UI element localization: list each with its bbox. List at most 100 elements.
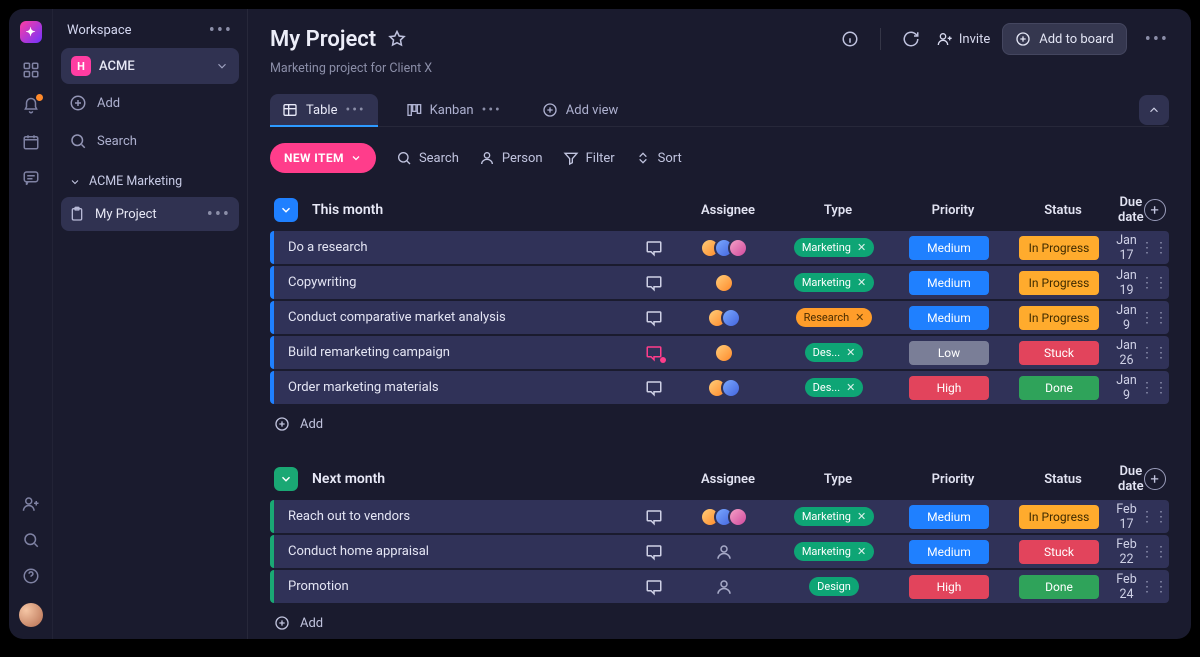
type-chip[interactable]: Des... ✕	[805, 343, 864, 362]
search-rail-icon[interactable]	[22, 531, 40, 549]
type-chip[interactable]: Design	[809, 577, 859, 596]
due-cell[interactable]: Feb 17	[1114, 500, 1139, 533]
table-row[interactable]: Do a research Marketing ✕ MediumIn Progres…	[270, 231, 1169, 264]
assignee-cell[interactable]	[674, 301, 774, 334]
group-collapse-button[interactable]	[274, 467, 298, 491]
comment-icon[interactable]	[634, 231, 674, 264]
table-row[interactable]: Conduct home appraisalMarketing ✕MediumS…	[270, 535, 1169, 568]
priority-cell[interactable]: Medium	[894, 266, 1004, 299]
priority-cell[interactable]: Medium	[894, 301, 1004, 334]
row-name[interactable]: Order marketing materials	[274, 371, 634, 404]
type-cell[interactable]: Research ✕	[774, 301, 894, 334]
type-cell[interactable]: Des... ✕	[774, 336, 894, 369]
table-row[interactable]: Conduct comparative market analysisResea…	[270, 301, 1169, 334]
status-cell[interactable]: Done	[1004, 371, 1114, 404]
table-row[interactable]: Build remarketing campaign Des... ✕ LowStu…	[270, 336, 1169, 369]
project-menu-icon[interactable]: •••	[207, 210, 231, 219]
drag-handle-icon[interactable]: ⋮⋮	[1139, 231, 1169, 264]
header-menu-icon[interactable]: •••	[1145, 35, 1169, 44]
priority-cell[interactable]: Medium	[894, 535, 1004, 568]
assignee-cell[interactable]	[674, 231, 774, 264]
row-name[interactable]: Promotion	[274, 570, 634, 603]
user-avatar[interactable]	[19, 603, 43, 627]
status-cell[interactable]: Stuck	[1004, 535, 1114, 568]
remove-icon[interactable]: ✕	[855, 311, 864, 324]
add-view[interactable]: Add view	[530, 94, 631, 126]
bell-icon[interactable]	[22, 97, 40, 115]
comment-icon[interactable]	[634, 500, 674, 533]
toolbar-filter[interactable]: Filter	[563, 150, 615, 166]
assignee-cell[interactable]	[674, 371, 774, 404]
table-row[interactable]: Order marketing materials Des... ✕ HighDon…	[270, 371, 1169, 404]
workspace-select[interactable]: H ACME	[61, 48, 239, 84]
row-name[interactable]: Do a research	[274, 231, 634, 264]
status-cell[interactable]: Done	[1004, 570, 1114, 603]
drag-handle-icon[interactable]: ⋮⋮	[1139, 336, 1169, 369]
status-cell[interactable]: In Progress	[1004, 231, 1114, 264]
assignee-cell[interactable]	[674, 535, 774, 568]
priority-cell[interactable]: Medium	[894, 231, 1004, 264]
info-icon[interactable]	[836, 25, 864, 53]
calendar-icon[interactable]	[22, 133, 40, 151]
help-icon[interactable]	[22, 567, 40, 585]
sidebar-project[interactable]: My Project •••	[61, 197, 239, 231]
type-cell[interactable]: Des... ✕	[774, 371, 894, 404]
invite-member-icon[interactable]	[22, 495, 40, 513]
remove-icon[interactable]: ✕	[846, 346, 855, 359]
chat-icon[interactable]	[22, 169, 40, 187]
type-chip[interactable]: Marketing ✕	[794, 238, 874, 257]
drag-handle-icon[interactable]: ⋮⋮	[1139, 301, 1169, 334]
type-cell[interactable]: Marketing ✕	[774, 535, 894, 568]
toolbar-sort[interactable]: Sort	[635, 150, 682, 166]
drag-handle-icon[interactable]: ⋮⋮	[1139, 500, 1169, 533]
priority-cell[interactable]: High	[894, 570, 1004, 603]
remove-icon[interactable]: ✕	[857, 276, 866, 289]
type-chip[interactable]: Marketing ✕	[794, 507, 874, 526]
row-name[interactable]: Reach out to vendors	[274, 500, 634, 533]
type-cell[interactable]: Marketing ✕	[774, 266, 894, 299]
remove-icon[interactable]: ✕	[857, 241, 866, 254]
remove-icon[interactable]: ✕	[857, 545, 866, 558]
collapse-panel-button[interactable]	[1139, 95, 1169, 125]
sidebar-search[interactable]: Search	[61, 122, 239, 160]
activity-icon[interactable]	[897, 25, 925, 53]
logo-icon[interactable]: ✦	[20, 21, 42, 43]
assignee-cell[interactable]	[674, 500, 774, 533]
status-cell[interactable]: In Progress	[1004, 500, 1114, 533]
status-cell[interactable]: Stuck	[1004, 336, 1114, 369]
type-chip[interactable]: Marketing ✕	[794, 542, 874, 561]
drag-handle-icon[interactable]: ⋮⋮	[1139, 570, 1169, 603]
type-cell[interactable]: Marketing ✕	[774, 500, 894, 533]
comment-icon[interactable]	[634, 336, 674, 369]
type-chip[interactable]: Des... ✕	[805, 378, 864, 397]
add-column-button[interactable]: +	[1144, 468, 1166, 490]
comment-icon[interactable]	[634, 371, 674, 404]
tab-kanban-menu-icon[interactable]: •••	[482, 107, 502, 114]
assignee-cell[interactable]	[674, 336, 774, 369]
type-cell[interactable]: Design	[774, 570, 894, 603]
invite-button[interactable]: Invite	[937, 31, 990, 47]
group-collapse-button[interactable]	[274, 198, 298, 222]
type-cell[interactable]: Marketing ✕	[774, 231, 894, 264]
toolbar-search[interactable]: Search	[396, 150, 459, 166]
remove-icon[interactable]: ✕	[846, 381, 855, 394]
drag-handle-icon[interactable]: ⋮⋮	[1139, 535, 1169, 568]
due-cell[interactable]: Jan 19	[1114, 266, 1139, 299]
workspace-menu-icon[interactable]: •••	[209, 26, 233, 35]
add-row-button[interactable]: Add	[270, 605, 1169, 639]
row-name[interactable]: Build remarketing campaign	[274, 336, 634, 369]
table-row[interactable]: CopywritingMarketing ✕MediumIn ProgressJ…	[270, 266, 1169, 299]
status-cell[interactable]: In Progress	[1004, 266, 1114, 299]
add-row-button[interactable]: Add	[270, 406, 1169, 442]
status-cell[interactable]: In Progress	[1004, 301, 1114, 334]
type-chip[interactable]: Marketing ✕	[794, 273, 874, 292]
new-item-button[interactable]: NEW ITEM	[270, 143, 376, 173]
priority-cell[interactable]: High	[894, 371, 1004, 404]
due-cell[interactable]: Feb 22	[1114, 535, 1139, 568]
priority-cell[interactable]: Low	[894, 336, 1004, 369]
type-chip[interactable]: Research ✕	[796, 308, 873, 327]
add-to-board-button[interactable]: Add to board	[1002, 23, 1127, 55]
sidebar-section[interactable]: ACME Marketing	[61, 160, 239, 197]
assignee-cell[interactable]	[674, 266, 774, 299]
remove-icon[interactable]: ✕	[857, 510, 866, 523]
